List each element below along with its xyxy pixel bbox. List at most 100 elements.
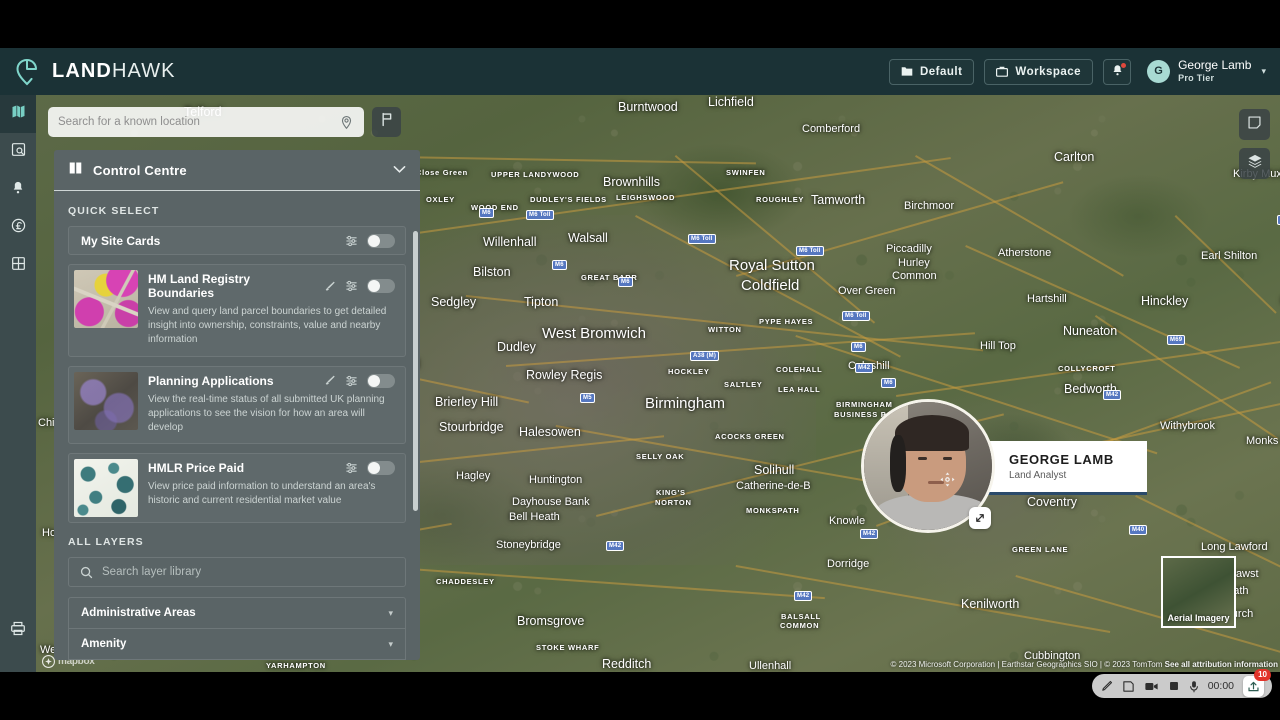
price-paid-dots-thumbnail-icon [74, 459, 138, 518]
sidebar-item-print[interactable] [0, 612, 36, 650]
toggle-knob [368, 280, 380, 292]
layer-category-label: Administrative Areas [81, 607, 196, 620]
land-registry-parcels-thumbnail-icon [74, 270, 138, 328]
style-brush-icon[interactable] [323, 280, 336, 293]
video-eye-right [943, 457, 953, 461]
settings-sliders-icon[interactable] [345, 280, 358, 292]
map-canvas[interactable]: TelfordBurntwoodLichfieldComberfordCarlt… [36, 95, 1280, 672]
search-icon [80, 566, 93, 579]
share-upload-button[interactable]: 10 [1243, 668, 1271, 697]
sidebar-item-pricing[interactable] [0, 209, 36, 247]
map-search-icon [11, 142, 26, 162]
quick-item-content: HM Land Registry Boundaries View and que… [138, 265, 405, 356]
quick-item-title: Planning Applications [148, 373, 274, 388]
move-handle-icon[interactable] [939, 471, 956, 492]
settings-sliders-icon[interactable] [345, 375, 358, 387]
video-hair [894, 414, 969, 451]
resize-handle-icon[interactable] [969, 507, 991, 529]
all-layers-label: ALL LAYERS [68, 536, 144, 549]
app-header: LANDHAWK Default Workspace G George Lamb… [0, 48, 1280, 95]
quick-item-description: View the real-time status of all submitt… [148, 393, 385, 433]
recording-timer: 00:00 [1207, 680, 1234, 692]
quick-item-title: HMLR Price Paid [148, 461, 245, 476]
location-search-box[interactable] [48, 107, 364, 137]
briefcase-icon [996, 66, 1009, 77]
draw-polygon-button[interactable] [1239, 109, 1270, 140]
quick-item-hm-land-registry-boundaries[interactable]: HM Land Registry Boundaries View and que… [68, 264, 406, 357]
quick-item-hmlr-price-paid[interactable]: HMLR Price Paid View price paid informat… [68, 453, 406, 524]
presenter-name-card: GEORGE LAMB Land Analyst [987, 441, 1147, 495]
settings-sliders-icon[interactable] [345, 462, 358, 474]
quick-item-toggle[interactable] [367, 233, 395, 248]
layers-button[interactable] [1239, 148, 1270, 179]
layer-category-accordion: Administrative Areas ▾ Amenity ▾ Constru… [68, 597, 406, 660]
map-search-group [48, 107, 401, 137]
planning-applications-thumbnail-icon [74, 371, 138, 430]
quick-item-title: HM Land Registry Boundaries [148, 272, 251, 300]
letterbox-bottom [0, 672, 1280, 720]
toggle-knob [368, 374, 380, 387]
style-brush-icon[interactable] [323, 374, 336, 387]
recorder-badge-count: 10 [1254, 668, 1271, 681]
panel-scrollbar[interactable] [413, 231, 418, 511]
control-centre-header[interactable]: Control Centre [54, 150, 420, 191]
quick-item-my-site-cards[interactable]: My Site Cards [68, 226, 406, 255]
draw-polygon-icon [1247, 115, 1262, 135]
quick-item-planning-applications[interactable]: Planning Applications View the real-time… [68, 365, 406, 445]
layer-category-amenity[interactable]: Amenity ▾ [69, 629, 405, 660]
video-headset [889, 435, 907, 492]
pen-icon[interactable] [1100, 680, 1113, 693]
chevron-down-icon: ▾ [1261, 65, 1266, 76]
quick-item-actions [345, 461, 395, 476]
chevron-down-icon: ▾ [388, 638, 393, 649]
chevron-down-icon[interactable] [393, 163, 406, 177]
toggle-knob [368, 234, 380, 247]
basemap-switcher[interactable]: Aerial Imagery [1161, 556, 1236, 628]
search-input[interactable] [58, 116, 331, 128]
user-name: George Lamb [1178, 58, 1252, 73]
measure-flag-button[interactable] [372, 107, 401, 137]
brand-wordmark: LANDHAWK [52, 60, 176, 83]
default-folder-label: Default [919, 65, 963, 78]
attribution-text: © 2023 Microsoft Corporation | Earthstar… [890, 660, 1163, 669]
sidebar-item-alerts[interactable] [0, 171, 36, 209]
flag-icon [380, 112, 394, 132]
location-pin-icon[interactable] [339, 115, 354, 130]
default-folder-button[interactable]: Default [888, 58, 975, 85]
layers-stack-icon [1247, 153, 1263, 174]
quick-item-toggle[interactable] [367, 461, 395, 476]
notification-unread-dot [1121, 62, 1127, 68]
header-actions: Default Workspace G George Lamb Pro Tier [888, 58, 1280, 85]
basemap-label: Aerial Imagery [1167, 613, 1230, 623]
attribution-link[interactable]: See all attribution information [1165, 660, 1278, 669]
quick-item-description: View and query land parcel boundaries to… [148, 306, 387, 346]
user-menu[interactable]: G George Lamb Pro Tier ▾ [1147, 59, 1266, 83]
brand: LANDHAWK [0, 58, 176, 86]
grid-apps-icon [11, 256, 26, 276]
notifications-button[interactable] [1103, 58, 1132, 85]
layer-search-input[interactable] [102, 566, 394, 579]
workspace-button[interactable]: Workspace [984, 58, 1094, 85]
stop-square-icon[interactable] [1168, 680, 1180, 692]
microphone-icon[interactable] [1189, 680, 1199, 693]
avatar: G [1147, 59, 1171, 83]
toggle-knob [368, 462, 380, 475]
quick-item-toggle[interactable] [367, 373, 395, 388]
settings-sliders-icon[interactable] [345, 235, 358, 247]
sidebar-item-apps[interactable] [0, 247, 36, 285]
sidebar-item-map[interactable] [0, 95, 36, 133]
sidebar-item-site-search[interactable] [0, 133, 36, 171]
quick-item-header: HMLR Price Paid [148, 461, 395, 476]
map-icon [11, 104, 26, 124]
layer-library-search[interactable] [68, 557, 406, 588]
open-book-icon [68, 161, 83, 180]
webcam-icon[interactable] [1144, 680, 1159, 693]
blank-frame-icon[interactable] [1122, 680, 1135, 693]
layer-category-administrative-areas[interactable]: Administrative Areas ▾ [69, 598, 405, 630]
alert-bell-icon [11, 180, 25, 200]
video-eye-left [917, 457, 927, 461]
quick-item-header: Planning Applications [148, 373, 395, 388]
folder-icon [901, 66, 913, 77]
screen-recorder-toolbar: 00:00 10 [1091, 668, 1272, 698]
quick-item-toggle[interactable] [367, 279, 395, 293]
